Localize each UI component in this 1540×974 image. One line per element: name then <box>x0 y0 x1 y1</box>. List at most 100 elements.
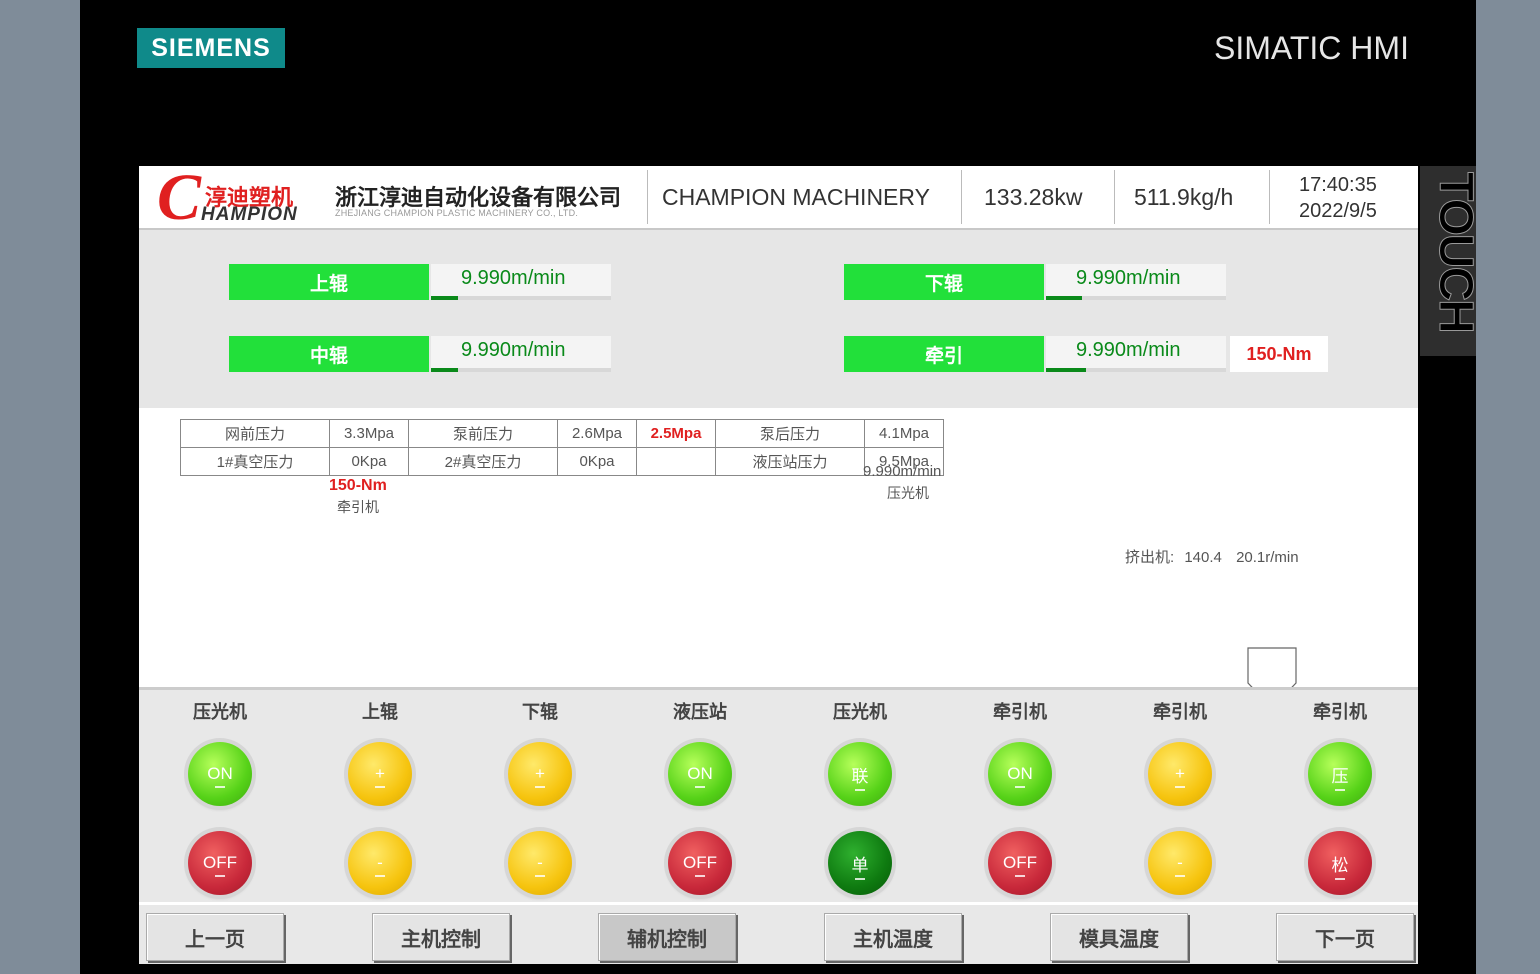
extruder-label-text: 挤出机: <box>1125 549 1175 566</box>
roller-speed-panel: 上辊 9.990m/min 下辊 9.990m/min 中辊 9.990m/mi… <box>139 230 1418 411</box>
middle-roller-speed: 9.990m/min <box>431 336 611 372</box>
control-column: 下辊 + - <box>480 690 600 902</box>
button-text: + <box>535 764 545 783</box>
extruder-rpm: 20.1r/min <box>1236 549 1299 566</box>
champion-logo-c: C <box>157 166 202 234</box>
button-text: OFF <box>203 853 237 872</box>
prev-page-button[interactable]: 上一页 <box>146 913 284 961</box>
middle-roller-speed-value: 9.990m/min <box>461 339 566 361</box>
puller-torque: 150-Nm <box>1230 336 1328 372</box>
control-column: 牵引机 ON OFF <box>960 690 1080 902</box>
puller-torque-label: 150-Nm <box>329 477 387 494</box>
extruder-label: 挤出机: 140.4 20.1r/min <box>1125 546 1299 567</box>
puller-on-button[interactable]: ON <box>988 742 1052 806</box>
puller-plus-button[interactable]: + <box>1148 742 1212 806</box>
button-text: - <box>1177 853 1183 872</box>
puller-release-button[interactable]: 松 <box>1308 831 1372 895</box>
hmi-screen: C 淳迪塑机 HAMPION 浙江淳迪自动化设备有限公司 ZHEJIANG CH… <box>139 166 1418 964</box>
speed-bar-fill <box>1046 368 1086 372</box>
hydraulic-on-button[interactable]: ON <box>668 742 732 806</box>
puller-minus-button[interactable]: - <box>1148 831 1212 895</box>
company-name-en: ZHEJIANG CHAMPION PLASTIC MACHINERY CO.,… <box>335 208 579 218</box>
die-temp-button[interactable]: 模具温度 <box>1050 913 1188 961</box>
button-text: + <box>1175 764 1185 783</box>
control-label: 下辊 <box>522 702 558 722</box>
page-navigation: 上一页 主机控制 辅机控制 主机温度 模具温度 下一页 <box>139 902 1418 964</box>
touch-label: TOUCH <box>1429 172 1483 333</box>
output-readout: 511.9kg/h <box>1134 184 1234 210</box>
button-text: ON <box>1007 764 1033 783</box>
control-label: 上辊 <box>362 702 398 722</box>
calender-off-button[interactable]: OFF <box>188 831 252 895</box>
lower-roller-speed-value: 9.990m/min <box>1076 267 1181 289</box>
control-column: 压光机 ON OFF <box>160 690 280 902</box>
control-column: 上辊 + - <box>320 690 440 902</box>
calender-on-button[interactable]: ON <box>188 742 252 806</box>
control-column: 牵引机 压 松 <box>1280 690 1400 902</box>
control-label: 牵引机 <box>1313 702 1367 722</box>
clock-time: 17:40:35 <box>1299 174 1377 196</box>
puller-label: 牵引机 <box>337 499 379 515</box>
siemens-logo: SIEMENS <box>137 28 285 68</box>
speed-bar-fill <box>431 296 458 300</box>
puller-speed: 9.990m/min <box>1046 336 1226 372</box>
control-label: 牵引机 <box>1153 702 1207 722</box>
touch-label-strip: TOUCH <box>1420 166 1483 356</box>
main-temp-button[interactable]: 主机温度 <box>824 913 962 961</box>
machine-title: CHAMPION MACHINERY <box>662 184 930 210</box>
middle-roller-button[interactable]: 中辊 <box>229 336 429 372</box>
header-divider <box>647 170 648 224</box>
lower-roller-minus-button[interactable]: - <box>508 831 572 895</box>
calender-label: 压光机 <box>887 485 929 501</box>
lower-roller-plus-button[interactable]: + <box>508 742 572 806</box>
puller-off-button[interactable]: OFF <box>988 831 1052 895</box>
simatic-hmi-label: SIMATIC HMI <box>1214 30 1409 66</box>
puller-button[interactable]: 牵引 <box>844 336 1044 372</box>
middle-roller-speed-bar <box>431 368 611 372</box>
puller-speed-value: 9.990m/min <box>1076 339 1181 361</box>
button-text: - <box>377 853 383 872</box>
upper-roller-button[interactable]: 上辊 <box>229 264 429 300</box>
calender-single-button[interactable]: 单 <box>828 831 892 895</box>
control-label: 压光机 <box>833 702 887 722</box>
next-page-button[interactable]: 下一页 <box>1276 913 1414 961</box>
header-divider <box>961 170 962 224</box>
control-column: 牵引机 + - <box>1120 690 1240 902</box>
hydraulic-off-button[interactable]: OFF <box>668 831 732 895</box>
control-column: 压光机 联 单 <box>800 690 920 902</box>
process-overview-panel: 网前压力 3.3Mpa 泵前压力 2.6Mpa 2.5Mpa 泵后压力 4.1M… <box>139 411 1418 690</box>
button-text: 松 <box>1332 851 1349 876</box>
control-label: 牵引机 <box>993 702 1047 722</box>
lower-roller-button[interactable]: 下辊 <box>844 264 1044 300</box>
calender-linked-button[interactable]: 联 <box>828 742 892 806</box>
header-divider <box>1269 170 1270 224</box>
lower-roller-speed-bar <box>1046 296 1226 300</box>
calender-speed-label: 9.990m/min <box>863 463 942 480</box>
power-readout: 133.28kw <box>984 184 1083 210</box>
control-label: 压光机 <box>193 702 247 722</box>
button-text: ON <box>687 764 713 783</box>
control-button-panel: 压光机 ON OFF 上辊 + - 下辊 + - 液压站 ON OFF 压光机 … <box>139 690 1418 902</box>
main-control-button[interactable]: 主机控制 <box>372 913 510 961</box>
upper-roller-minus-button[interactable]: - <box>348 831 412 895</box>
upper-roller-speed: 9.990m/min <box>431 264 611 300</box>
button-text: ON <box>207 764 233 783</box>
control-label: 液压站 <box>673 702 727 722</box>
speed-bar-fill <box>431 368 458 372</box>
extruder-machine <box>1247 647 1297 687</box>
upper-roller-speed-value: 9.990m/min <box>461 267 566 289</box>
button-text: 单 <box>852 851 869 876</box>
puller-speed-bar <box>1046 368 1226 372</box>
button-text: OFF <box>1003 853 1037 872</box>
button-text: + <box>375 764 385 783</box>
champion-logo-en: HAMPION <box>201 204 298 225</box>
extruder-value: 140.4 <box>1184 549 1222 566</box>
puller-press-button[interactable]: 压 <box>1308 742 1372 806</box>
lower-roller-speed: 9.990m/min <box>1046 264 1226 300</box>
control-column: 液压站 ON OFF <box>640 690 760 902</box>
button-text: OFF <box>683 853 717 872</box>
upper-roller-plus-button[interactable]: + <box>348 742 412 806</box>
aux-control-button[interactable]: 辅机控制 <box>598 913 736 961</box>
upper-roller-speed-bar <box>431 296 611 300</box>
header-divider <box>1114 170 1115 224</box>
